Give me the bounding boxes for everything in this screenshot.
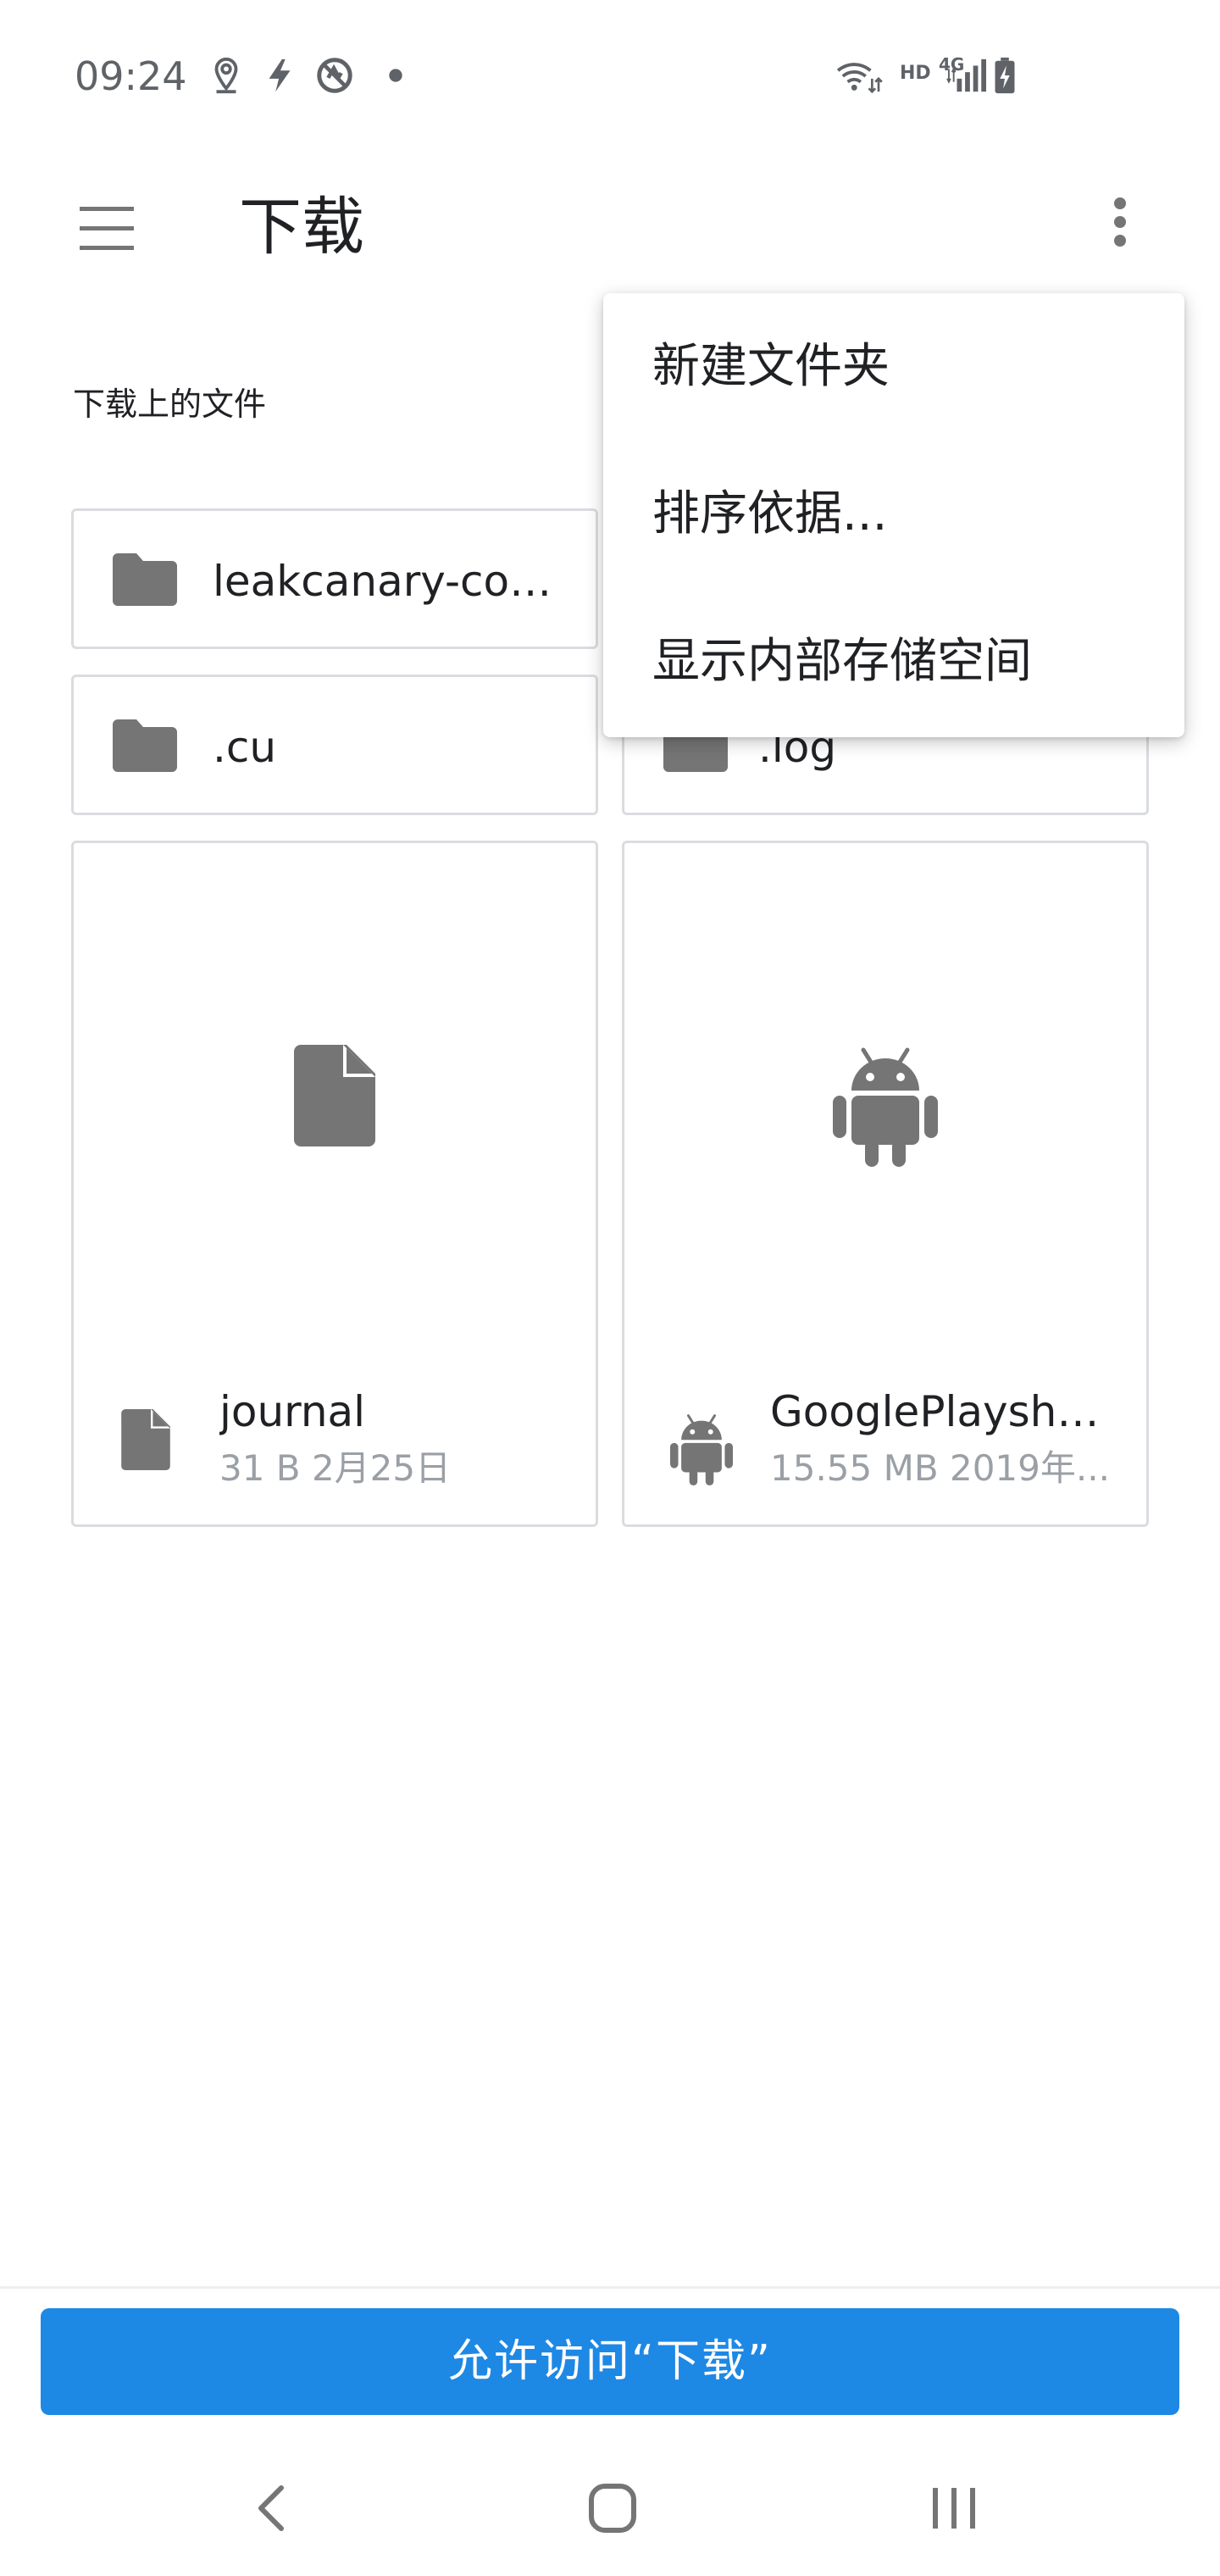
- allow-access-button[interactable]: 允许访问“下载”: [41, 2308, 1179, 2415]
- hamburger-menu-icon: [80, 207, 134, 250]
- file-item[interactable]: GooglePlaysha... 15.55 MB 2019年...: [622, 841, 1149, 1527]
- folder-item[interactable]: leakcanary-com...: [71, 508, 598, 649]
- location-icon: [214, 57, 238, 94]
- file-name: GooglePlaysha...: [770, 1387, 1116, 1436]
- page-title: 下载: [239, 191, 364, 264]
- recents-icon: [933, 2488, 975, 2529]
- no-disturb-icon: [317, 58, 352, 93]
- wifi-icon: [836, 63, 883, 94]
- file-name: journal: [219, 1387, 366, 1436]
- more-options-button[interactable]: [1073, 181, 1167, 276]
- dot-icon: [389, 69, 402, 82]
- more-vert-icon: [1114, 197, 1126, 247]
- menu-item-show-internal-storage[interactable]: 显示内部存储空间: [603, 588, 1184, 736]
- battery-charging-icon: [995, 57, 1015, 94]
- back-icon: [258, 2485, 284, 2531]
- signal-icon: [946, 58, 986, 92]
- hd-label: HD: [900, 63, 931, 84]
- file-details: 31 B 2月25日: [219, 1447, 452, 1489]
- folder-icon: [113, 719, 177, 772]
- file-item[interactable]: journal 31 B 2月25日: [71, 841, 598, 1527]
- navigation-drawer-button[interactable]: [59, 181, 154, 276]
- android-icon: [833, 1047, 938, 1167]
- file-icon: [294, 1045, 375, 1146]
- folder-icon: [113, 553, 177, 606]
- status-time: 09:24: [75, 53, 187, 99]
- back-button[interactable]: [222, 2457, 324, 2559]
- folder-name: .cu: [213, 723, 277, 772]
- home-button[interactable]: [561, 2457, 663, 2559]
- folder-item[interactable]: .cu: [71, 675, 598, 815]
- recents-button[interactable]: [903, 2457, 1005, 2559]
- menu-item-sort-by[interactable]: 排序依据...: [603, 441, 1184, 588]
- system-navigation-bar: [0, 2440, 1220, 2576]
- status-bar: 09:24 HD 4G: [0, 0, 1220, 153]
- menu-item-new-folder[interactable]: 新建文件夹: [603, 293, 1184, 441]
- section-header: 下载上的文件: [73, 386, 267, 423]
- folder-name: leakcanary-com...: [213, 557, 570, 606]
- file-icon: [121, 1409, 170, 1470]
- android-icon: [670, 1414, 733, 1485]
- divider: [0, 2286, 1220, 2289]
- file-details: 15.55 MB 2019年...: [770, 1447, 1110, 1489]
- overflow-menu: 新建文件夹 排序依据... 显示内部存储空间: [603, 293, 1184, 737]
- home-icon: [589, 2484, 636, 2533]
- flash-icon: [269, 58, 291, 92]
